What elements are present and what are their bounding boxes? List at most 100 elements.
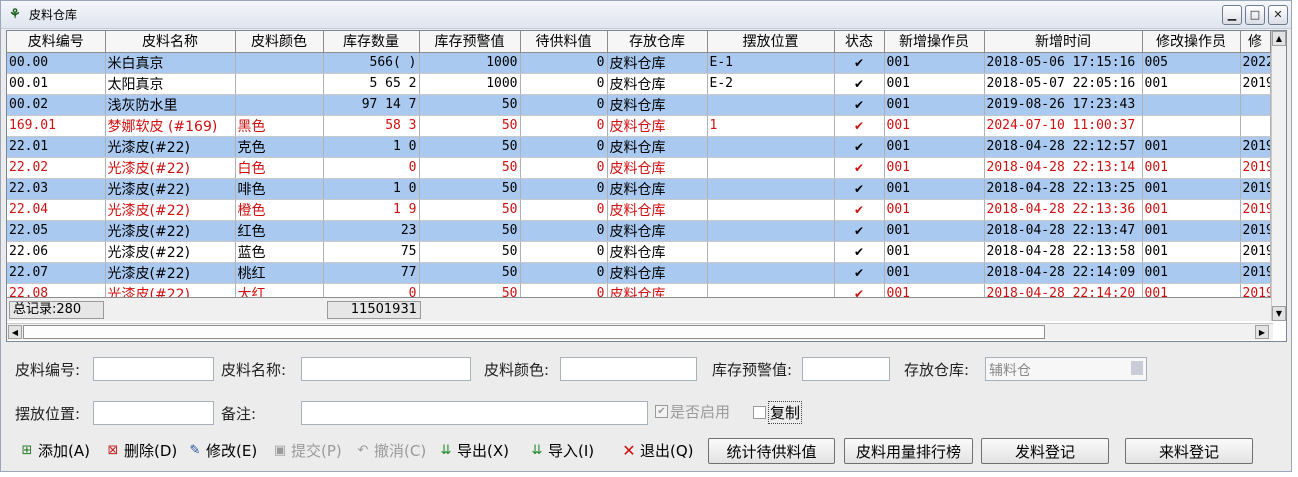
close-icon[interactable]: ✕ (1268, 4, 1288, 25)
cell-color (235, 94, 324, 116)
column-header[interactable]: 库存预警值 (419, 31, 521, 53)
status-checkbox: ✔ (834, 241, 885, 263)
column-header[interactable]: 皮料颜色 (235, 31, 324, 53)
maximize-icon[interactable]: □ (1245, 4, 1265, 25)
delete-button[interactable]: ⊠ 删除(D) (105, 439, 178, 461)
exit-button[interactable]: ✕ 退出(Q) (621, 439, 693, 461)
remark-input[interactable] (301, 401, 648, 425)
copy-checkbox[interactable]: 复制 (753, 401, 803, 424)
check-icon: ✔ (853, 223, 865, 238)
issue-register-button[interactable]: 发料登记 (981, 438, 1109, 464)
table-row[interactable]: 22.02 光漆皮(#22) 白色 0 50 0 皮料仓库 ✔ 001 2018-04-28 22… (7, 157, 1271, 179)
table-row[interactable]: 22.01 光漆皮(#22) 克色 1 0 50 0 皮料仓库 ✔ 001 2018-04-28 … (7, 136, 1271, 158)
minimize-icon[interactable]: ▁ (1222, 4, 1242, 25)
table-row[interactable]: 00.00 米白真京 566( ) 1000 0 皮料仓库 E-1 ✔ 001 2018-05-0… (7, 52, 1271, 74)
cell-location (707, 241, 835, 263)
table-row[interactable]: 22.08 光漆皮(#22) 大红 0 50 0 皮料仓库 ✔ 001 2018-04-28 22… (7, 283, 1271, 297)
cell-warehouse: 皮料仓库 (607, 178, 708, 200)
status-checkbox: ✔ (834, 115, 885, 137)
column-header[interactable]: 待供料值 (520, 31, 608, 53)
main-window: ⚘ 皮料仓库 ▁ □ ✕ 皮料编号 皮料名称 皮料颜色 库存数量 库存预警值 待供料值 存放… (0, 0, 1292, 472)
horizontal-scroll-thumb[interactable] (23, 325, 1045, 339)
cell-warn: 50 (419, 136, 521, 158)
table-row[interactable]: 00.01 太阳真京 5 65 2 1000 0 皮料仓库 E-2 ✔ 001 2018-05-0… (7, 73, 1271, 95)
name-label: 皮料名称: (221, 361, 287, 379)
column-header[interactable]: 存放仓库 (607, 31, 708, 53)
cell-mod2: 2019 (1240, 262, 1271, 284)
code-input[interactable] (93, 357, 214, 381)
status-checkbox: ✔ (834, 199, 885, 221)
scroll-up-icon[interactable]: ▲ (1272, 31, 1286, 46)
pending-stats-button[interactable]: 统计待供料值 (708, 438, 835, 464)
column-header[interactable]: 新增时间 (984, 31, 1143, 53)
cell-pending: 0 (520, 94, 608, 116)
import-button[interactable]: ⇊ 导入(I) (529, 439, 595, 461)
column-header[interactable]: 状态 (834, 31, 885, 53)
edit-label: 修改(E) (206, 441, 258, 460)
table-row[interactable]: 00.02 浅灰防水里 97 14 7 50 0 皮料仓库 ✔ 001 2019-08-26 1… (7, 94, 1271, 116)
cancel-button[interactable]: ↶ 撤消(C) (355, 439, 427, 461)
cell-stock: 58 3 (323, 115, 420, 137)
usage-rank-button[interactable]: 皮料用量排行榜 (844, 438, 973, 464)
close-red-icon: ✕ (622, 440, 636, 460)
cell-stock: 1 0 (323, 178, 420, 200)
cancel-label: 撤消(C) (374, 441, 427, 460)
table-row[interactable]: 22.03 光漆皮(#22) 啡色 1 0 50 0 皮料仓库 ✔ 001 2018-04-28 … (7, 178, 1271, 200)
cell-stock: 566( ) (323, 52, 420, 74)
column-header[interactable]: 皮料名称 (105, 31, 236, 53)
color-input[interactable] (560, 357, 697, 381)
warehouse-select[interactable]: 辅料仓 (985, 357, 1147, 381)
scroll-down-icon[interactable]: ▼ (1272, 306, 1286, 321)
receive-register-button[interactable]: 来料登记 (1125, 438, 1253, 464)
cell-created: 2019-08-26 17:23:43 (984, 94, 1143, 116)
window-title: 皮料仓库 (29, 8, 78, 22)
vertical-scrollbar[interactable]: ▲ ▼ (1271, 31, 1286, 321)
cell-created: 2018-04-28 22:13:36 (984, 199, 1143, 221)
column-header[interactable]: 修改操作员 (1142, 31, 1241, 53)
cell-code: 00.01 (7, 73, 106, 95)
column-header[interactable]: 修 (1240, 31, 1271, 53)
check-icon: ✔ (853, 181, 865, 196)
cell-pending: 0 (520, 241, 608, 263)
name-input[interactable] (301, 357, 471, 381)
table-row[interactable]: 22.07 光漆皮(#22) 桃红 77 50 0 皮料仓库 ✔ 001 2018-04-28 2… (7, 262, 1271, 284)
table-row[interactable]: 169.01 梦娜软皮 (#169) 黑色 58 3 50 0 皮料仓库 1 ✔ 001 2024-… (7, 115, 1271, 137)
data-grid[interactable]: 皮料编号 皮料名称 皮料颜色 库存数量 库存预警值 待供料值 存放仓库 摆放位置 状态 新增操作员… (6, 30, 1287, 342)
dropdown-icon[interactable] (1131, 361, 1143, 375)
enabled-label: 是否启用 (670, 403, 731, 421)
cell-created: 2018-04-28 22:13:47 (984, 220, 1143, 242)
add-button[interactable]: ⊞ 添加(A) (19, 439, 90, 461)
scroll-left-icon[interactable]: ◀ (8, 325, 22, 339)
cell-name: 光漆皮(#22) (105, 157, 236, 179)
table-row[interactable]: 22.04 光漆皮(#22) 橙色 1 9 50 0 皮料仓库 ✔ 001 2018-04-28 … (7, 199, 1271, 221)
export-button[interactable]: ⇊ 导出(X) (438, 439, 509, 461)
horizontal-scrollbar[interactable]: ◀ ▶ (7, 323, 1273, 340)
submit-button[interactable]: ▣ 提交(P) (272, 439, 342, 461)
enabled-checkbox[interactable]: ✔ 是否启用 (655, 401, 730, 422)
scroll-right-icon[interactable]: ▶ (1255, 325, 1269, 339)
grid-footer: 总记录:280 11501931 (7, 297, 1273, 321)
check-icon: ✔ (853, 202, 865, 217)
table-row[interactable]: 22.05 光漆皮(#22) 红色 23 50 0 皮料仓库 ✔ 001 2018-04-28 2… (7, 220, 1271, 242)
check-icon: ✔ (853, 97, 865, 112)
cell-warn: 50 (419, 94, 521, 116)
cell-creator: 001 (884, 283, 985, 297)
cell-created: 2018-04-28 22:12:57 (984, 136, 1143, 158)
column-header[interactable]: 摆放位置 (707, 31, 835, 53)
cell-modifier: 001 (1142, 73, 1241, 95)
table-row[interactable]: 22.06 光漆皮(#22) 蓝色 75 50 0 皮料仓库 ✔ 001 2018-04-28 2… (7, 241, 1271, 263)
cell-creator: 001 (884, 199, 985, 221)
cell-creator: 001 (884, 220, 985, 242)
column-header[interactable]: 新增操作员 (884, 31, 985, 53)
status-checkbox: ✔ (834, 136, 885, 158)
cell-color (235, 52, 324, 74)
column-header[interactable]: 库存数量 (323, 31, 420, 53)
column-header[interactable]: 皮料编号 (7, 31, 106, 53)
cell-modifier: 005 (1142, 52, 1241, 74)
cell-mod2: 2019 (1240, 283, 1271, 297)
location-input[interactable] (93, 401, 214, 425)
cell-location: 1 (707, 115, 835, 137)
warn-input[interactable] (802, 357, 890, 381)
edit-button[interactable]: ✎ 修改(E) (187, 439, 258, 461)
cell-created: 2018-05-06 17:15:16 (984, 52, 1143, 74)
